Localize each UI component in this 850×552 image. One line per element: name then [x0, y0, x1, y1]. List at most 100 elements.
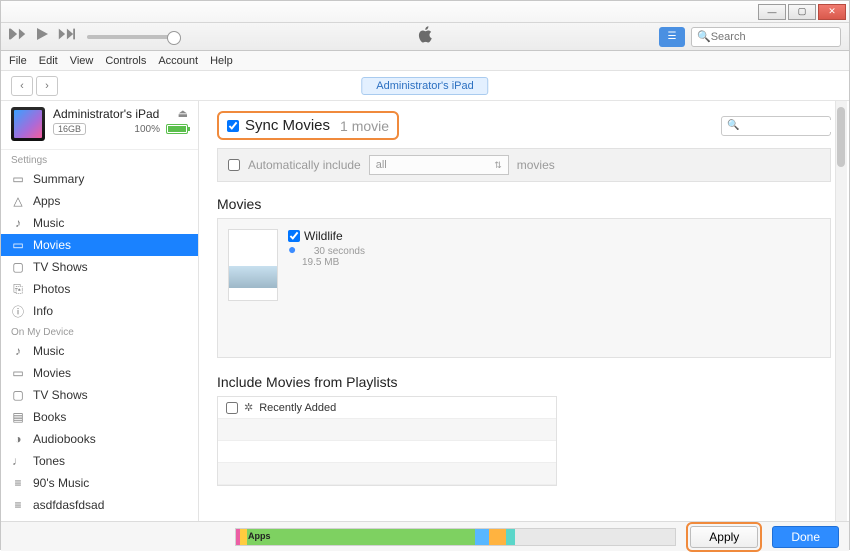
- search-icon: 🔍: [727, 120, 739, 131]
- device-battery-pct: 100%: [134, 124, 160, 135]
- playlist-icon: ≡: [11, 476, 25, 490]
- nav-forward-button[interactable]: ›: [36, 76, 58, 96]
- sidebar-item-label: TV Shows: [33, 388, 88, 402]
- music-icon: ♪: [11, 216, 25, 230]
- prev-track-button[interactable]: [9, 27, 27, 46]
- global-search-input[interactable]: [711, 31, 850, 43]
- movies-search[interactable]: 🔍: [721, 116, 831, 136]
- scrollbar-thumb[interactable]: [837, 107, 845, 167]
- playlists-box: ✲ Recently Added: [217, 396, 557, 486]
- sync-movies-label: Sync Movies: [245, 117, 330, 134]
- sidebar-item-info[interactable]: ⓘInfo: [1, 300, 198, 322]
- chevron-updown-icon: ⇅: [494, 160, 502, 171]
- menu-edit[interactable]: Edit: [39, 55, 58, 67]
- global-search[interactable]: 🔍: [691, 27, 841, 47]
- window-close-button[interactable]: ✕: [818, 4, 846, 20]
- nav-back-button[interactable]: ‹: [11, 76, 33, 96]
- playlist-icon: ≡: [11, 520, 25, 521]
- menu-view[interactable]: View: [70, 55, 94, 67]
- sidebar-section-settings: Settings: [1, 150, 198, 168]
- menu-account[interactable]: Account: [158, 55, 198, 67]
- sidebar-item-label: 90's Music: [33, 476, 89, 490]
- ondevice-item-playlist[interactable]: ≡ New Playlist: [1, 516, 198, 521]
- menu-controls[interactable]: Controls: [105, 55, 146, 67]
- apple-logo-icon: [417, 25, 433, 48]
- sidebar-item-tvshows[interactable]: ▢ TV Shows: [1, 256, 198, 278]
- unwatched-dot-icon: ●: [288, 241, 296, 257]
- sidebar-item-movies[interactable]: ▭Movies: [1, 234, 198, 256]
- movie-size: 19.5 MB: [302, 257, 365, 268]
- context-pill[interactable]: Administrator's iPad: [361, 77, 488, 95]
- sidebar-item-label: Audiobooks: [33, 432, 96, 446]
- auto-include-row: Automatically include all ⇅ movies: [217, 148, 831, 182]
- device-capacity: 16GB: [53, 123, 86, 135]
- sidebar-item-label: TV Shows: [33, 260, 88, 274]
- sidebar-item-label: New Playlist: [33, 520, 98, 521]
- ondevice-item-tvshows[interactable]: ▢ TV Shows: [1, 384, 198, 406]
- auto-include-suffix: movies: [517, 158, 555, 172]
- movie-duration: 30 seconds: [314, 246, 365, 257]
- apply-callout: Apply: [686, 522, 762, 552]
- sidebar-item-label: Music: [33, 344, 64, 358]
- sidebar-item-photos[interactable]: ⎘ Photos: [1, 278, 198, 300]
- view-list-button[interactable]: ☰: [659, 27, 685, 47]
- ondevice-item-playlist[interactable]: ≡asdfdasfdsad: [1, 494, 198, 516]
- sidebar-item-music[interactable]: ♪Music: [1, 212, 198, 234]
- eject-button[interactable]: ⏏: [178, 107, 188, 120]
- books-icon: ▤: [11, 410, 25, 424]
- summary-icon: ▭: [11, 172, 25, 186]
- movie-name: Wildlife: [304, 229, 343, 243]
- device-block[interactable]: Administrator's iPad 16GB 100% ⏏: [1, 101, 198, 150]
- tv-icon: ▢: [11, 388, 25, 402]
- playlist-checkbox[interactable]: [226, 402, 238, 414]
- movies-icon: ▭: [11, 366, 25, 380]
- search-icon: 🔍: [697, 30, 711, 43]
- player-toolbar: ☰ 🔍: [1, 23, 849, 51]
- window-titlebar: — ▢ ✕: [1, 1, 849, 23]
- sidebar-item-summary[interactable]: ▭ Summary: [1, 168, 198, 190]
- nav-row: ‹ › Administrator's iPad: [1, 71, 849, 101]
- info-icon: ⓘ: [11, 303, 25, 320]
- ondevice-item-tones[interactable]: ♩Tones: [1, 450, 198, 472]
- playlist-row[interactable]: ✲ Recently Added: [218, 397, 556, 419]
- usage-label: Apps: [248, 531, 271, 541]
- sidebar-section-ondevice: On My Device: [1, 322, 198, 340]
- volume-slider[interactable]: [87, 35, 177, 39]
- done-button[interactable]: Done: [772, 526, 839, 548]
- movies-list: Wildlife ● 30 seconds 19.5 MB: [217, 218, 831, 358]
- playlist-row-empty: [218, 441, 556, 463]
- menu-file[interactable]: File: [9, 55, 27, 67]
- movies-heading: Movies: [217, 196, 831, 212]
- sidebar-item-label: Books: [33, 410, 66, 424]
- apply-button[interactable]: Apply: [690, 526, 758, 548]
- audiobooks-icon: ◑: [11, 432, 25, 446]
- sidebar-item-label: Movies: [33, 238, 71, 252]
- tones-icon: ♩: [11, 454, 25, 468]
- sidebar-item-label: Apps: [33, 194, 60, 208]
- window-minimize-button[interactable]: —: [758, 4, 786, 20]
- ondevice-item-audiobooks[interactable]: ◑ Audiobooks: [1, 428, 198, 450]
- sidebar-item-label: Photos: [33, 282, 70, 296]
- menu-help[interactable]: Help: [210, 55, 233, 67]
- tv-icon: ▢: [11, 260, 25, 274]
- sync-movies-callout: Sync Movies 1 movie: [217, 111, 399, 140]
- sync-movies-checkbox[interactable]: [227, 120, 239, 132]
- next-track-button[interactable]: [57, 27, 75, 46]
- window-maximize-button[interactable]: ▢: [788, 4, 816, 20]
- playlist-name: Recently Added: [259, 402, 336, 414]
- scrollbar-track[interactable]: [835, 101, 847, 521]
- auto-include-checkbox[interactable]: [228, 159, 240, 171]
- photos-icon: ⎘: [11, 282, 25, 297]
- play-button[interactable]: [33, 27, 51, 46]
- ondevice-item-music[interactable]: ♪Music: [1, 340, 198, 362]
- sidebar: Administrator's iPad 16GB 100% ⏏ Setting…: [1, 101, 199, 521]
- sidebar-item-label: Summary: [33, 172, 84, 186]
- ondevice-item-books[interactable]: ▤ Books: [1, 406, 198, 428]
- ondevice-item-movies[interactable]: ▭Movies: [1, 362, 198, 384]
- sidebar-item-apps[interactable]: △Apps: [1, 190, 198, 212]
- storage-usage-bar[interactable]: Apps: [235, 528, 676, 546]
- auto-include-dropdown[interactable]: all ⇅: [369, 155, 509, 175]
- movies-search-input[interactable]: [739, 120, 849, 132]
- ondevice-item-playlist[interactable]: ≡ 90's Music: [1, 472, 198, 494]
- movie-thumbnail[interactable]: [228, 229, 278, 301]
